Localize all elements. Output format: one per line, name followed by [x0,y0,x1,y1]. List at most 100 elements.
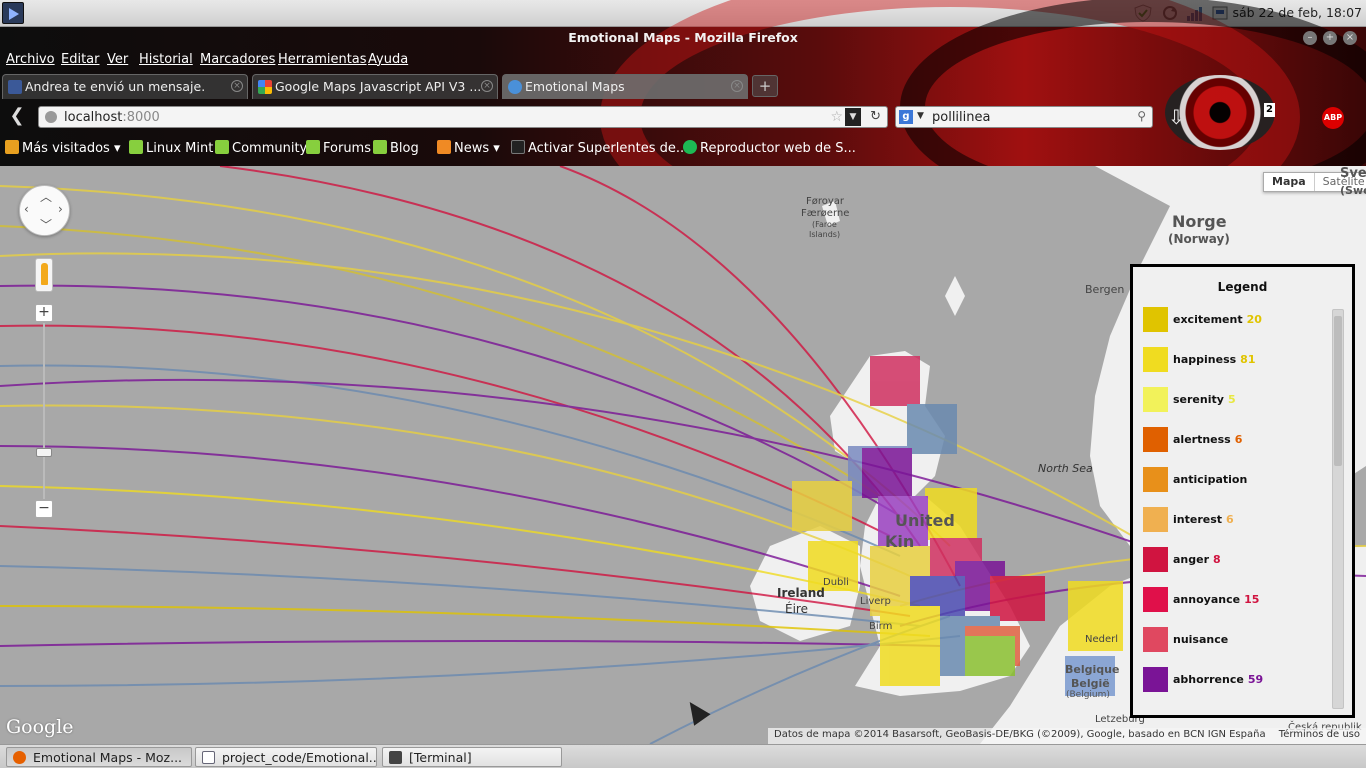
legend-item-serenity[interactable]: serenity 5 [1143,387,1328,427]
bookmark-blog[interactable]: Blog [373,140,419,156]
url-bar[interactable]: localhost:8000 ☆ ▼ ↻ [38,106,888,128]
map-type-map-button[interactable]: Mapa [1264,173,1314,191]
menu-ayuda[interactable]: Ayuda [368,52,408,67]
tab-close-icon[interactable]: × [731,80,743,92]
tab-emotional-maps[interactable]: Emotional Maps × [502,74,748,99]
zoom-slider-thumb[interactable] [36,448,52,457]
close-button[interactable]: × [1343,31,1357,45]
legend-item-excitement[interactable]: excitement 20 [1143,307,1328,347]
search-input[interactable]: pollilinea [932,110,990,125]
bookmark-superlentes[interactable]: Activar Superlentes de... [511,140,688,156]
menu-archivo[interactable]: Archivo [6,52,55,67]
google-icon [258,80,272,94]
title-bar[interactable]: Emotional Maps - Mozilla Firefox – + × [0,27,1366,49]
legend-item-happiness[interactable]: happiness 81 [1143,347,1328,387]
minimize-button[interactable]: – [1303,31,1317,45]
menu-ver[interactable]: Ver [107,52,128,67]
bookmark-forums[interactable]: Forums [306,140,371,156]
bookmark-mas-visitados[interactable]: Más visitados ▾ [5,140,121,156]
taskbar-item-terminal[interactable]: [Terminal] [382,747,562,767]
site-identity-icon[interactable] [45,111,57,123]
bookmark-linux-mint[interactable]: Linux Mint [129,140,213,156]
map-label-north-sea: North Sea [1038,462,1093,475]
legend-scrollbar[interactable] [1332,309,1344,709]
taskbar-item-file-manager[interactable]: project_code/Emotional... [195,747,377,767]
map-canvas[interactable]: ︿ ‹ › ﹀ + − Mapa Satélite Føroyar Færøer… [0,166,1366,744]
pan-control[interactable]: ︿ ‹ › ﹀ [19,185,70,236]
url-text[interactable]: localhost:8000 [64,110,160,125]
terms-of-use-link[interactable]: Términos de uso [1279,729,1360,740]
pan-down-icon[interactable]: ﹀ [40,216,52,233]
navigation-bar: ❮ localhost:8000 ☆ ▼ ↻ g ▼ pollilinea ⚲ … [0,101,1366,133]
map-label-belgium: Belgique [1065,663,1120,676]
map-label-faroe: (Faroe [812,220,837,229]
reload-icon[interactable]: ↻ [870,109,881,124]
legend-item-abhorrence[interactable]: abhorrence 59 [1143,667,1328,707]
map-label-birmingham: Birm [869,621,893,632]
adblock-icon[interactable]: ABP [1322,107,1344,129]
mintmenu-icon[interactable] [2,2,24,24]
maximize-button[interactable]: + [1323,31,1337,45]
mint-icon [215,140,229,154]
map-label-united-kingdom: Kin [885,532,915,551]
legend-item-annoyance[interactable]: annoyance 15 [1143,587,1328,627]
map-label-ireland: Éire [785,602,808,616]
notification-badge-icon[interactable]: 2 [1264,103,1275,117]
back-button[interactable]: ❮ [6,106,28,128]
mint-icon [373,140,387,154]
emotion-legend: Legend excitement 20 happiness 81 serenity… [1130,264,1355,718]
map-label-united-kingdom: United [895,511,955,530]
menu-editar[interactable]: Editar [61,52,100,67]
bookmark-community[interactable]: Community [215,140,307,156]
download-icon[interactable]: ⇩ [1168,105,1185,129]
pan-up-icon[interactable]: ︿ [40,188,52,205]
menu-historial[interactable]: Historial [139,52,193,67]
map-label-dublin: Dubli [823,577,849,588]
map-label-bergen: Bergen [1085,283,1125,296]
map-label-faroe: Islands) [809,230,841,239]
legend-swatch [1143,387,1168,412]
zoom-out-button[interactable]: − [35,500,53,518]
window-title: Emotional Maps - Mozilla Firefox [568,30,798,45]
map-label-belgium: (Belgium) [1066,690,1110,700]
map-label-liverpool: Liverp [860,596,891,607]
tab-facebook[interactable]: Andrea te envió un mensaje. × [2,74,248,99]
globe-icon [508,80,522,94]
google-search-engine-icon[interactable]: g [899,110,913,124]
bookmark-news[interactable]: News ▾ [437,140,500,156]
street-view-pegman-icon[interactable] [35,258,53,292]
legend-scrollbar-thumb[interactable] [1334,316,1342,466]
pan-left-icon[interactable]: ‹ [24,202,29,216]
map-attribution: Datos de mapa ©2014 Basarsoft, GeoBasis-… [768,728,1366,744]
google-logo[interactable]: Google [6,716,74,738]
menu-marcadores[interactable]: Marcadores [200,52,275,67]
firefox-window-chrome: Emotional Maps - Mozilla Firefox – + × A… [0,0,1366,267]
pan-right-icon[interactable]: › [58,202,63,216]
legend-item-nuisance[interactable]: nuisance [1143,627,1328,667]
menu-herramientas[interactable]: Herramientas [278,52,367,67]
search-bar[interactable]: g ▼ pollilinea ⚲ [895,106,1153,128]
spotify-icon [683,140,697,154]
tab-close-icon[interactable]: × [481,80,493,92]
legend-item-anticipation[interactable]: anticipation [1143,467,1328,507]
facebook-icon [8,80,22,94]
tab-label: Emotional Maps [525,79,625,94]
new-tab-button[interactable]: + [752,75,778,97]
search-engine-dropdown-icon[interactable]: ▼ [917,111,924,121]
legend-item-alertness[interactable]: alertness 6 [1143,427,1328,467]
legend-list: excitement 20 happiness 81 serenity 5 alert… [1143,307,1328,707]
folder-icon [5,140,19,154]
legend-item-anger[interactable]: anger 8 [1143,547,1328,587]
taskbar-item-firefox[interactable]: Emotional Maps - Moz... [6,747,192,767]
search-icon[interactable]: ⚲ [1137,109,1146,123]
bookmark-spotify[interactable]: Reproductor web de S... [683,140,856,156]
map-label-norway: (Norway) [1168,232,1230,246]
tab-close-icon[interactable]: × [231,80,243,92]
zoom-in-button[interactable]: + [35,304,53,322]
zoom-slider-track[interactable] [43,323,45,499]
tab-google-maps-api[interactable]: Google Maps Javascript API V3 ... × [252,74,498,99]
mint-icon [306,140,320,154]
bookmark-star-icon[interactable]: ☆ [830,109,843,125]
url-history-dropdown[interactable]: ▼ [845,108,861,126]
legend-item-interest[interactable]: interest 6 [1143,507,1328,547]
